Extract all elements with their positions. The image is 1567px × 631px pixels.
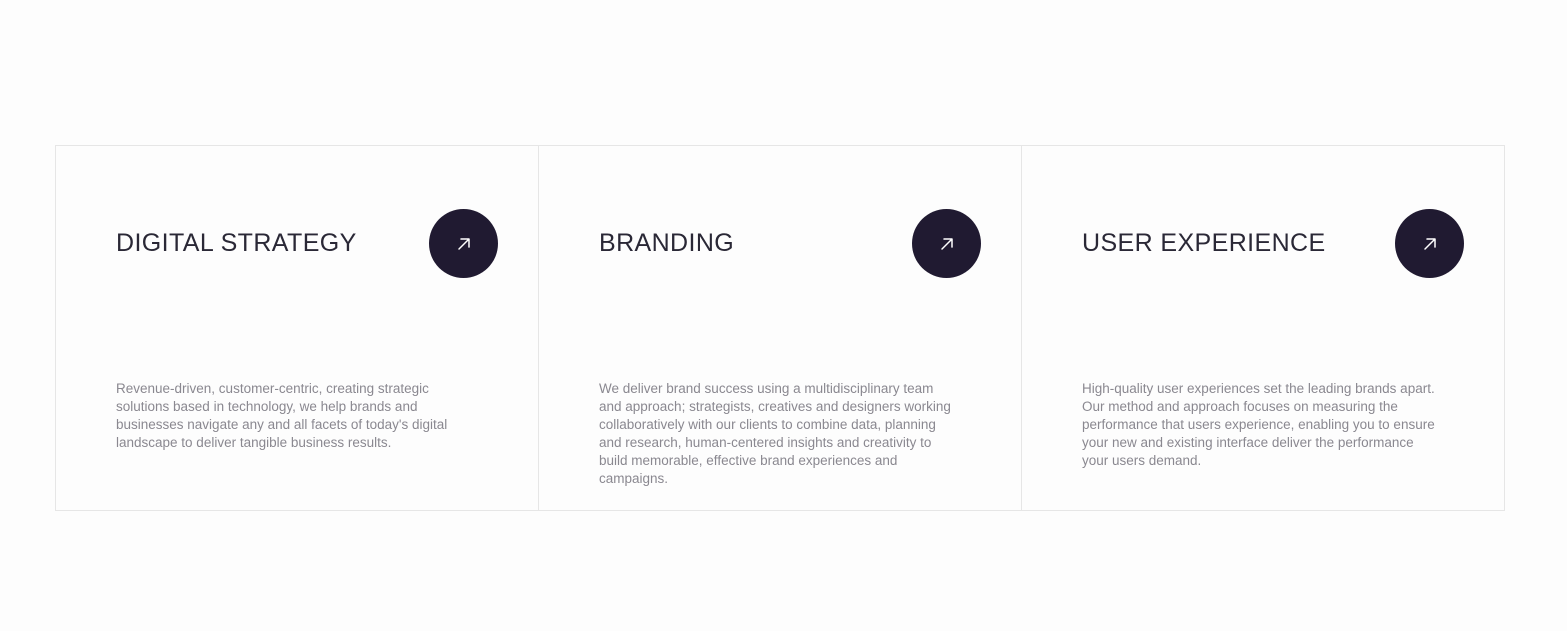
service-card-branding: BRANDING We deliver brand success using … [539, 146, 1022, 510]
service-link-button[interactable] [1395, 209, 1464, 278]
services-grid: DIGITAL STRATEGY Revenue-driven, custome… [55, 145, 1505, 511]
service-title: DIGITAL STRATEGY [116, 229, 357, 257]
service-card-digital-strategy: DIGITAL STRATEGY Revenue-driven, custome… [56, 146, 539, 510]
service-card-user-experience: USER EXPERIENCE High-quality user experi… [1022, 146, 1504, 510]
service-title: BRANDING [599, 229, 735, 257]
service-link-button[interactable] [912, 209, 981, 278]
arrow-up-right-icon [457, 237, 470, 250]
service-title: USER EXPERIENCE [1082, 229, 1326, 257]
service-link-button[interactable] [429, 209, 498, 278]
arrow-up-right-icon [940, 237, 953, 250]
service-description: Revenue-driven, customer-centric, creati… [116, 381, 448, 450]
arrow-up-right-icon [1423, 237, 1436, 250]
service-description: We deliver brand success using a multidi… [599, 381, 951, 486]
service-description: High-quality user experiences set the le… [1082, 381, 1435, 468]
